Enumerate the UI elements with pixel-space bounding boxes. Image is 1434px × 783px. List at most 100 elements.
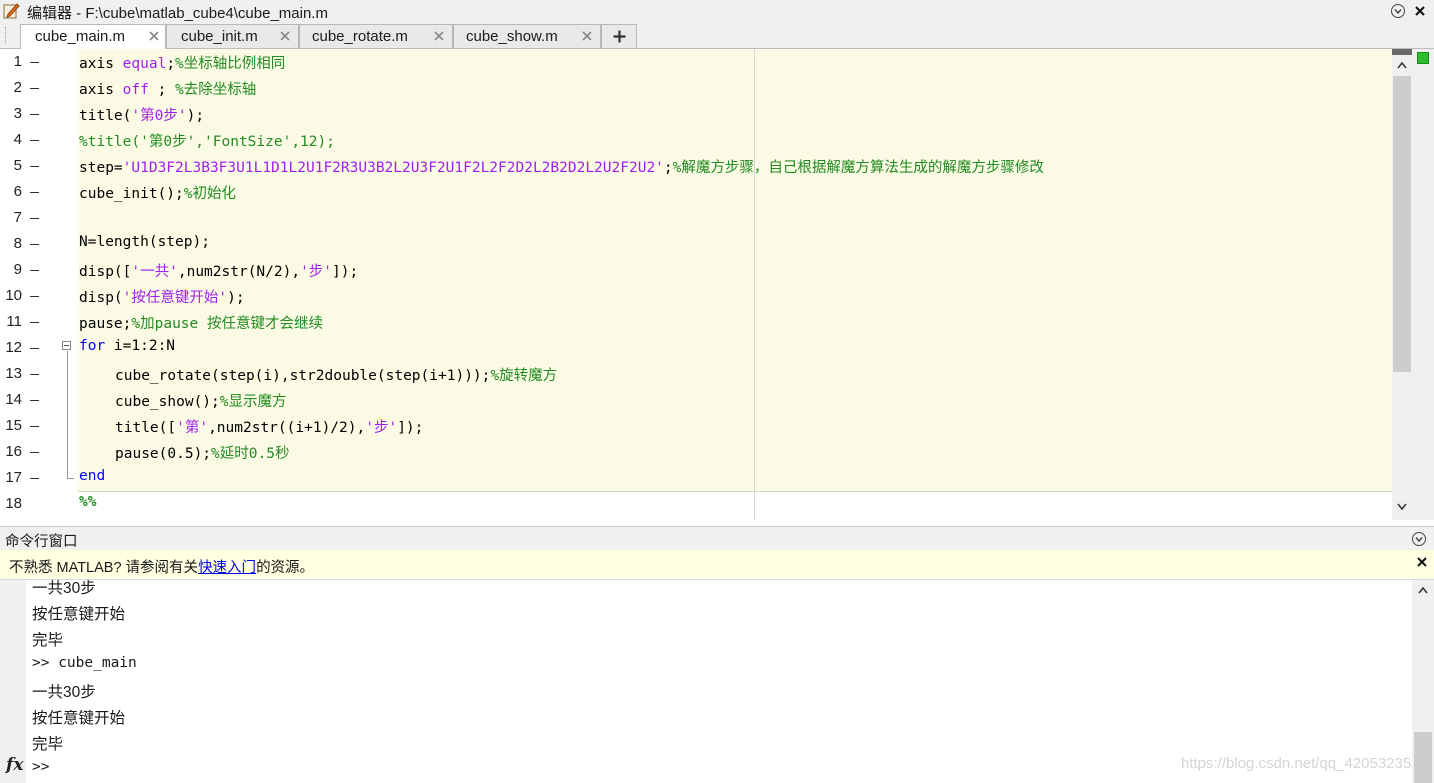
tab-cube-main[interactable]: cube_main.m (20, 24, 166, 50)
line-number: 14 (5, 391, 22, 408)
code-line: cube_show();%显示魔方 (115, 394, 287, 410)
tab-cube-rotate[interactable]: cube_rotate.m (299, 24, 453, 48)
line-number: 9 (13, 261, 22, 278)
breakpoint-marker[interactable] (30, 348, 39, 349)
code-line: pause(0.5);%延时0.5秒 (115, 446, 290, 462)
code-line: N=length(step); (79, 234, 210, 250)
breakpoint-marker[interactable] (30, 114, 39, 115)
close-tab-icon[interactable] (433, 30, 445, 42)
editor-split-handle[interactable] (1392, 49, 1412, 55)
line-number: 2 (13, 79, 22, 96)
scroll-up-icon[interactable] (1417, 585, 1429, 595)
breakpoint-marker[interactable] (30, 400, 39, 401)
code-analyzer-status-icon[interactable] (1417, 52, 1429, 64)
close-tab-icon[interactable] (581, 30, 593, 42)
new-tab-button[interactable] (601, 24, 637, 48)
line-number: 1 (13, 53, 22, 70)
line-number: 16 (5, 443, 22, 460)
breakpoint-marker[interactable] (30, 270, 39, 271)
right-text-margin (754, 49, 755, 520)
window-title: 编辑器 - F:\cube\matlab_cube4\cube_main.m (27, 5, 328, 22)
line-number: 3 (13, 105, 22, 122)
editor-tab-bar: cube_main.m cube_init.m cube_rotate.m cu… (0, 22, 1434, 50)
line-number: 6 (13, 183, 22, 200)
breakpoint-marker[interactable] (30, 88, 39, 89)
fold-collapse-icon[interactable] (62, 341, 71, 350)
code-editor[interactable]: 1 2 3 4 5 6 7 8 9 10 11 12 13 14 15 16 1… (0, 49, 1434, 520)
command-output-line: 按任意键开始 (32, 710, 126, 727)
code-line: axis equal;%坐标轴比例相同 (79, 56, 286, 72)
function-browser-icon[interactable]: fx (6, 755, 23, 775)
tab-label: cube_rotate.m (312, 28, 408, 45)
close-tab-icon[interactable] (279, 30, 291, 42)
breakpoint-marker[interactable] (30, 478, 39, 479)
tab-label: cube_init.m (181, 28, 258, 45)
line-number: 13 (5, 365, 22, 382)
breakpoint-marker[interactable] (30, 192, 39, 193)
line-number: 10 (5, 287, 22, 304)
line-number: 5 (13, 157, 22, 174)
command-prompt[interactable]: >> (32, 759, 49, 775)
breakpoint-marker[interactable] (30, 62, 39, 63)
breakpoint-marker[interactable] (30, 244, 39, 245)
editor-pencil-icon (3, 3, 20, 19)
code-analyzer-bar (1412, 49, 1434, 520)
breakpoint-marker[interactable] (30, 140, 39, 141)
code-line: disp('按任意键开始'); (79, 290, 245, 306)
editor-title-bar: 编辑器 - F:\cube\matlab_cube4\cube_main.m (0, 0, 1434, 22)
line-number: 15 (5, 417, 22, 434)
line-number: 11 (6, 313, 22, 330)
command-output-line: 一共30步 (32, 684, 96, 701)
tab-grip-handle[interactable] (5, 27, 9, 43)
dropdown-menu-icon[interactable] (1390, 3, 1406, 19)
editor-scroll-thumb[interactable] (1393, 76, 1411, 372)
getting-started-notice: 不熟悉 MATLAB? 请参阅有关快速入门的资源。 (0, 550, 1434, 580)
tab-cube-init[interactable]: cube_init.m (166, 24, 299, 48)
code-line: cube_rotate(step(i),str2double(step(i+1)… (115, 368, 558, 384)
command-history-line: >> cube_main (32, 655, 137, 671)
breakpoint-marker[interactable] (30, 296, 39, 297)
code-line: pause;%加pause 按任意键才会继续 (79, 316, 323, 332)
line-number-gutter[interactable]: 1 2 3 4 5 6 7 8 9 10 11 12 13 14 15 16 1… (0, 49, 50, 520)
breakpoint-marker[interactable] (30, 322, 39, 323)
command-output-line: 完毕 (32, 632, 64, 649)
breakpoint-marker[interactable] (30, 452, 39, 453)
line-number: 8 (13, 235, 22, 252)
tab-cube-show[interactable]: cube_show.m (453, 24, 601, 48)
tab-label: cube_show.m (466, 28, 558, 45)
code-line: end (79, 468, 106, 484)
line-number: 4 (13, 131, 22, 148)
code-line: title('第0步'); (79, 108, 205, 124)
dropdown-menu-icon[interactable] (1411, 531, 1427, 547)
scroll-up-icon[interactable] (1396, 60, 1408, 70)
line-number: 17 (5, 469, 22, 486)
breakpoint-marker[interactable] (30, 218, 39, 219)
breakpoint-marker[interactable] (30, 166, 39, 167)
plus-icon (613, 30, 626, 43)
command-window-header: 命令行窗口 (0, 526, 1434, 551)
fold-guide (67, 351, 68, 478)
code-line: %% (79, 494, 97, 510)
line-number: 18 (5, 495, 22, 512)
line-number: 12 (5, 339, 22, 356)
tab-label: cube_main.m (35, 28, 126, 45)
command-output-line: 一共30步 (32, 580, 96, 597)
command-window[interactable]: 一共30步 按任意键开始 完毕 >> cube_main 一共30步 按任意键开… (0, 580, 1434, 783)
watermark-text: https://blog.csdn.net/qq_42053235 (1181, 755, 1412, 772)
command-output-line: 完毕 (32, 736, 64, 753)
close-tab-icon[interactable] (148, 30, 160, 42)
command-scroll-thumb[interactable] (1414, 732, 1432, 783)
breakpoint-marker[interactable] (30, 426, 39, 427)
cell-divider (78, 491, 1392, 492)
code-line: for i=1:2:N (79, 338, 176, 354)
close-icon[interactable] (1416, 556, 1428, 568)
code-line: step='U1D3F2L3B3F3U1L1D1L2U1F2R3U3B2L2U3… (79, 160, 1044, 176)
code-line: axis off ; %去除坐标轴 (79, 82, 257, 98)
quick-start-link[interactable]: 快速入门 (198, 560, 256, 576)
scroll-down-icon[interactable] (1396, 502, 1408, 512)
close-icon[interactable] (1412, 3, 1428, 19)
breakpoint-marker[interactable] (30, 374, 39, 375)
fold-guide-end (67, 478, 74, 479)
code-line: title(['第',num2str((i+1)/2),'步']); (115, 420, 424, 436)
command-output-line: 按任意键开始 (32, 606, 126, 623)
